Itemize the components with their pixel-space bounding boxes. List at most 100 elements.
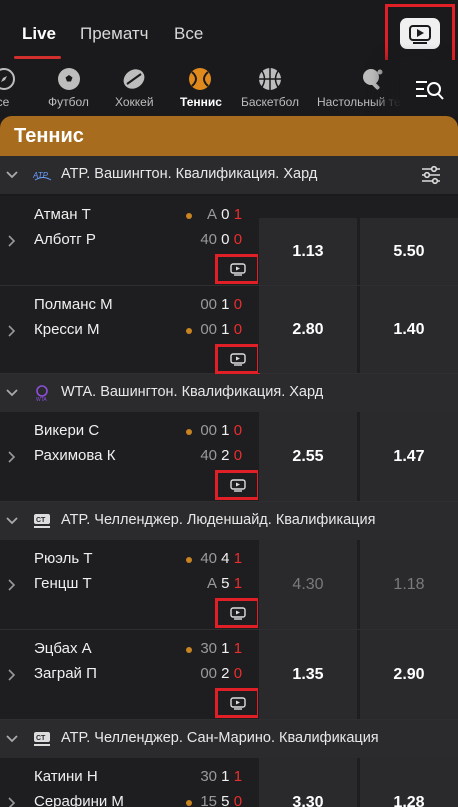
live-stream-button[interactable] [215,598,260,628]
set-score: 1 [221,422,230,439]
serving-indicator [186,557,192,563]
odd-button-2[interactable]: 1.47 [359,412,458,501]
odd-button-1[interactable]: 2.80 [258,286,357,373]
odd-button-2[interactable]: 1.18 [359,540,458,629]
league-header[interactable]: ATP ATP. Вашингтон. Квалификация. Хард [0,156,458,194]
player-2-name: Генцш Т [34,575,92,592]
live-stream-button[interactable] [215,470,260,500]
game-score: 00 [200,422,217,439]
game-score: 00 [200,665,217,682]
score-player-2: А 5 1 [197,575,242,592]
sport-categories: осе Футбол Хоккей Теннис Баскетбол Насто… [0,60,458,116]
odd-button-1[interactable]: 1.13 [258,218,357,285]
match-row[interactable]: Катини Н Серафини М 30 1 1 15 5 0 3.30 1.28 [0,758,458,807]
chevron-down-icon [6,389,18,397]
odd-button-1[interactable]: 4.30 [258,540,357,629]
set-score: 1 [221,321,230,338]
svg-text:WTA: WTA [36,397,47,402]
tv-icon [230,263,246,276]
chevron-down-icon [6,735,18,743]
set-score: 0 [221,206,230,223]
live-stream-button[interactable] [215,344,260,374]
league-header[interactable]: WTA WTA. Вашингтон. Квалификация. Хард [0,374,458,412]
score-player-2: 15 5 0 [197,793,242,807]
serving-indicator [186,647,192,653]
tab-prematch[interactable]: Прематч [80,24,149,44]
live-stream-button[interactable] [215,254,260,284]
match-row[interactable]: Эцбах А Заграй П 30 1 1 00 2 0 1.35 2.90 [0,630,458,720]
odd-button-2[interactable]: 1.28 [359,758,458,807]
basketball-icon [259,68,281,90]
score-player-1: 00 1 0 [197,422,242,439]
game-score: 00 [200,296,217,313]
compass-icon [0,68,15,90]
game-score: 40 [200,447,217,464]
sport-label: Баскетбол [241,95,299,109]
chevron-down-icon [6,517,18,525]
match-row[interactable]: Полманс М Кресси М 00 1 0 00 1 0 2.80 1.40 [0,286,458,374]
odd-button-2[interactable]: 2.90 [359,630,458,719]
game-score: 30 [200,640,217,657]
game-score: А [206,575,217,592]
game-score: 00 [200,321,217,338]
match-row[interactable]: Рюэль Т Генцш Т 40 4 1А 5 1 4.30 1.18 [0,540,458,630]
league-header[interactable]: CT ATP. Челленджер. Люденшайд. Квалифика… [0,502,458,540]
sport-hockey[interactable]: Хоккей [112,60,162,116]
section-header: Теннис [0,116,458,156]
text-fade [388,502,458,540]
top-bar: Live Прематч Все [0,0,458,64]
active-tab-indicator [14,56,61,59]
point-score: 0 [233,793,243,807]
filter-icon[interactable] [420,164,442,186]
sport-tennis[interactable]: Теннис [178,60,224,116]
live-stream-button[interactable] [385,4,455,64]
player-1-name: Рюэль Т [34,550,93,567]
chevron-right-icon [8,669,16,681]
sport-label: осе [0,95,10,109]
game-score: 15 [200,793,217,807]
set-score: 2 [221,665,230,682]
player-1-name: Атман Т [34,206,91,223]
odd-button-1[interactable]: 1.35 [258,630,357,719]
odd-button-2[interactable]: 1.40 [359,286,458,373]
point-score: 0 [233,321,243,338]
player-2-name: Рахимова К [34,447,116,464]
live-stream-button[interactable] [215,688,260,718]
odd-button-1[interactable]: 2.55 [258,412,357,501]
set-score: 1 [221,640,230,657]
atp-challenger-logo-icon: CT [34,514,50,528]
player-2-name: Кресси М [34,321,100,338]
tv-icon [230,353,246,366]
text-fade [388,720,458,758]
odd-button-1[interactable]: 3.30 [258,758,357,807]
sport-football[interactable]: Футбол [44,60,94,116]
match-row[interactable]: Атман Т Алботг Р А 0 1 40 0 0 1.13 5.50 [0,196,458,286]
match-row[interactable]: Викери С Рахимова К 00 1 0 40 2 0 2.55 1.47 [0,412,458,502]
point-score: 0 [233,422,243,439]
player-1-name: Катини Н [34,768,98,785]
chevron-right-icon [8,451,16,463]
league-header[interactable]: CT ATP. Челленджер. Сан-Марино. Квалифик… [0,720,458,758]
odd-button-2[interactable]: 5.50 [359,218,458,285]
tv-icon [230,607,246,620]
sport-search-button[interactable] [400,60,458,116]
score-player-1: А 0 1 [197,206,242,223]
sport-basketball[interactable]: Баскетбол [240,60,300,116]
sport-all[interactable]: осе [0,60,22,116]
player-2-name: Заграй П [34,665,97,682]
serving-indicator [186,429,192,435]
svg-text:ATP: ATP [33,171,49,180]
football-icon [58,68,80,90]
set-score: 2 [221,447,230,464]
set-score: 1 [221,296,230,313]
tv-icon [400,18,440,49]
tv-icon [230,697,246,710]
score-player-1: 00 1 0 [197,296,242,313]
serving-indicator [186,213,192,219]
sport-label: Футбол [48,95,89,109]
tab-live[interactable]: Live [22,24,56,44]
point-score: 1 [233,640,243,657]
point-score: 1 [233,550,243,567]
tab-all[interactable]: Все [174,24,203,44]
sport-label: Теннис [180,95,222,109]
